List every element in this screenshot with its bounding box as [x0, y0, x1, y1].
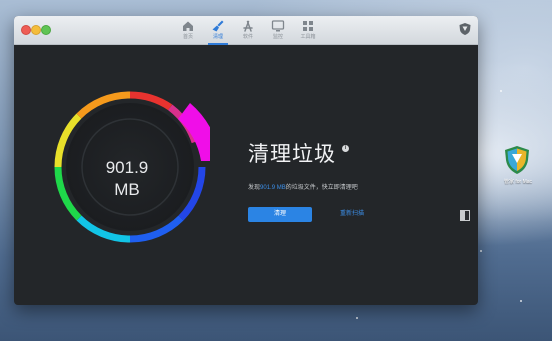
tab-label: 监控 — [272, 34, 283, 40]
app-store-icon — [243, 20, 253, 32]
desc-size-highlight: 901.9 MB — [260, 185, 286, 191]
tab-home[interactable]: 首页 — [171, 18, 205, 44]
junk-size-readout: 901.9 MB — [72, 157, 182, 201]
shield-icon[interactable] — [458, 22, 472, 36]
tab-label: 工具箱 — [300, 34, 316, 40]
clean-panel: 901.9 MB 清理垃圾 i 发现901.9 MB的垃圾文件，快立即清理吧 清… — [14, 45, 478, 305]
zoom-button[interactable] — [41, 25, 51, 35]
scan-result-text: 发现901.9 MB的垃圾文件，快立即清理吧 — [248, 182, 358, 191]
app-shield-icon[interactable] — [504, 145, 530, 175]
tab-clean[interactable]: 清理 — [201, 18, 235, 45]
tab-label: 软件 — [242, 34, 253, 40]
tab-software[interactable]: 软件 — [231, 18, 265, 44]
info-icon[interactable]: i — [342, 145, 349, 152]
window-toolbar: 首页 清理 软件 监控 工具箱 — [14, 16, 478, 45]
background-star — [356, 317, 358, 319]
junk-size-value: 901.9 — [105, 158, 149, 177]
broom-icon — [212, 20, 224, 32]
desc-prefix: 发现 — [248, 185, 261, 191]
home-icon — [183, 21, 193, 31]
tab-label: 清理 — [212, 34, 223, 40]
background-star — [520, 300, 522, 302]
tab-toolbox[interactable]: 工具箱 — [291, 18, 325, 44]
app-window: 首页 清理 软件 监控 工具箱 901.9 MB 清理垃圾 i 发现901.9 … — [14, 16, 478, 305]
desc-suffix: 的垃圾文件，快立即清理吧 — [285, 185, 358, 191]
close-button[interactable] — [21, 25, 31, 35]
tab-label: 首页 — [182, 34, 193, 40]
background-star — [500, 90, 502, 92]
page-title: 清理垃圾 — [248, 143, 336, 166]
minimize-button[interactable] — [31, 25, 41, 35]
toolbox-icon — [303, 21, 313, 31]
monitor-icon — [271, 20, 285, 32]
tab-monitor[interactable]: 监控 — [261, 18, 295, 44]
junk-size-unit: MB — [114, 180, 140, 199]
desktop-app-label[interactable]: 管家 for Mac — [494, 178, 542, 185]
clean-button[interactable]: 清理 — [248, 207, 312, 222]
details-icon[interactable] — [460, 210, 470, 221]
background-star — [480, 250, 482, 252]
rescan-link[interactable]: 重新扫描 — [340, 209, 364, 220]
